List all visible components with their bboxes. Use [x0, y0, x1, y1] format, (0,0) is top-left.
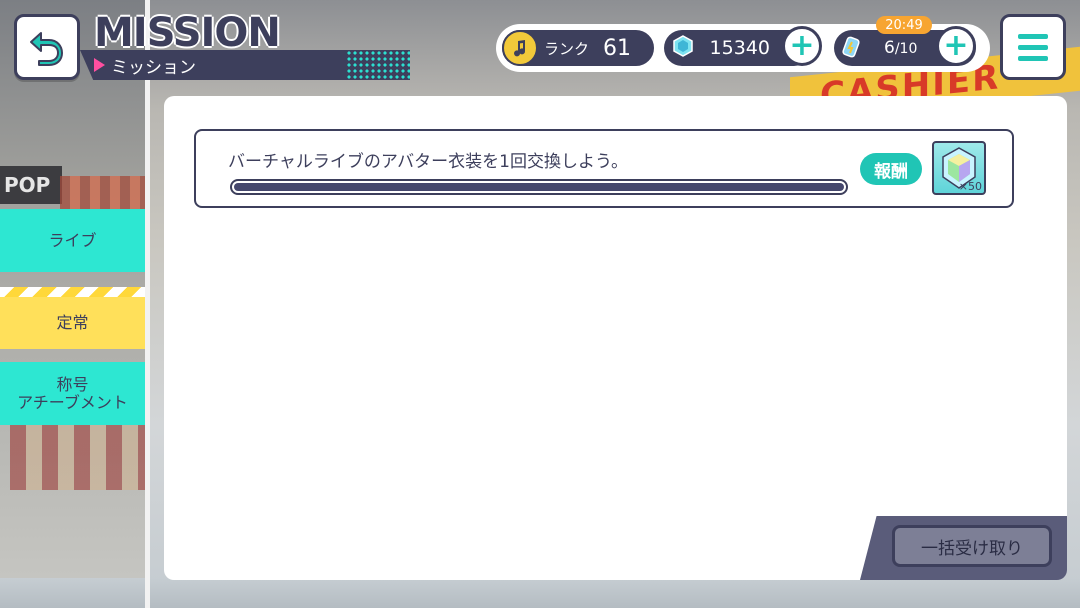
menu-button[interactable]: [1000, 14, 1066, 80]
reward-label: 報酬: [860, 153, 922, 185]
status-bar: ランク 61 15340 + 6/10 20:49 +: [496, 16, 990, 72]
back-arrow-icon: [30, 32, 63, 66]
mission-description: バーチャルライブのアバター衣装を1回交換しよう。: [228, 152, 628, 172]
add-gems-button[interactable]: +: [782, 26, 822, 66]
play-triangle-icon: [94, 58, 105, 72]
page-subtitle: ミッション: [111, 57, 196, 78]
add-stamina-button[interactable]: +: [936, 26, 976, 66]
tab-live[interactable]: ライブ: [0, 209, 145, 272]
sidebar-divider: [145, 0, 150, 608]
stamina-max: /10: [894, 41, 918, 57]
mission-panel: バーチャルライブのアバター衣装を1回交換しよう。 報酬 ×50: [164, 96, 1067, 580]
progress-fill: [234, 183, 844, 191]
hamburger-icon: [1018, 33, 1048, 39]
rank-display[interactable]: ランク 61: [502, 30, 654, 66]
tab-regular[interactable]: 定常: [0, 287, 145, 349]
back-button[interactable]: [14, 14, 80, 80]
background-pop-sign: POP: [0, 166, 62, 204]
tab-achievement-line1: 称号: [56, 374, 89, 394]
stamina-value: 6/10: [884, 38, 917, 58]
background-shelf-low: [10, 420, 150, 490]
mission-card[interactable]: バーチャルライブのアバター衣装を1回交換しよう。 報酬 ×50: [194, 129, 1014, 208]
reward-quantity: ×50: [958, 180, 982, 193]
page-header: ミッション MISSION: [80, 10, 410, 82]
stamina-current: 6: [884, 38, 895, 58]
stamina-timer: 20:49: [876, 16, 932, 34]
rank-label: ランク: [544, 39, 590, 58]
energy-bottle-icon: [840, 34, 864, 62]
tab-achievement-label: 称号 アチーブメント: [17, 374, 128, 412]
gem-count: 15340: [709, 37, 770, 59]
rank-value: 61: [603, 35, 632, 61]
reward-item[interactable]: ×50: [932, 141, 986, 195]
page-title: MISSION: [94, 10, 281, 56]
tab-live-label: ライブ: [48, 230, 97, 250]
mission-progress-bar: [230, 179, 848, 195]
tab-achievement[interactable]: 称号 アチーブメント: [0, 362, 145, 425]
bulk-receive-button[interactable]: 一括受け取り: [892, 525, 1052, 567]
tab-achievement-line2: アチーブメント: [17, 392, 128, 412]
tab-regular-label: 定常: [56, 313, 89, 332]
halftone-decoration: [346, 50, 410, 80]
crystal-icon: [672, 35, 694, 61]
music-note-icon: [502, 30, 538, 66]
background-floor: [0, 578, 1080, 608]
